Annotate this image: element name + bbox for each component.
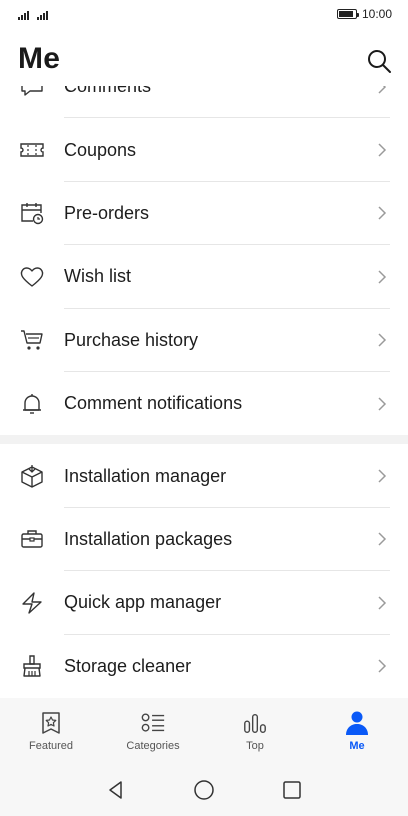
nav-label: Categories [126,740,180,752]
list-item-label: Comments [64,86,152,97]
system-nav-bar [0,764,408,816]
list-item-installation-packages[interactable]: Installation packages [0,508,408,572]
bell-icon [18,390,46,418]
star-bookmark-icon [38,710,64,736]
brush-icon [18,652,46,680]
comment-icon [18,86,46,101]
chevron-right-icon [376,468,388,484]
status-bar: 10:00 [0,0,408,28]
nav-label: Featured [28,740,74,752]
settings-list[interactable]: Comments Coupons Pre-orders Wish list Pu… [0,86,408,698]
search-icon [368,50,391,73]
list-item-pre-orders[interactable]: Pre-orders [0,182,408,246]
person-icon [344,710,370,736]
signal-icon [37,10,48,20]
signal-indicators [18,8,48,20]
chevron-right-icon [376,142,388,158]
cart-icon [18,326,46,354]
list-item-comments[interactable]: Comments [0,86,408,119]
list-item-comment-notifications[interactable]: Comment notifications [0,372,408,435]
chevron-right-icon [376,531,388,547]
section-separator [0,435,408,445]
recents-button[interactable] [248,764,336,816]
recents-square-icon [283,781,301,799]
briefcase-icon [18,525,46,553]
signal-icon [18,10,29,20]
page-title: Me [18,42,61,75]
list-item-label: Storage cleaner [64,655,192,676]
chevron-right-icon [376,86,388,95]
chevron-right-icon [376,595,388,611]
list-item-label: Coupons [64,139,137,160]
categories-icon [140,710,166,736]
list-item-installation-manager[interactable]: Installation manager [0,444,408,508]
list-item-storage-cleaner[interactable]: Storage cleaner [0,635,408,698]
nav-label: Me [349,740,365,752]
list-item-label: Comment notifications [64,393,243,414]
nav-label: Top [246,740,264,752]
chevron-right-icon [376,658,388,674]
list-item-label: Wish list [64,266,131,287]
bottom-nav: Featured Categories Top Me [0,698,408,764]
home-circle-icon [194,780,214,800]
battery-icon [336,9,359,19]
chevron-right-icon [376,396,388,412]
list-item-wish-list[interactable]: Wish list [0,245,408,309]
back-triangle-icon [109,781,122,799]
back-button[interactable] [72,764,160,816]
heart-icon [18,263,46,291]
home-button[interactable] [160,764,248,816]
clock: 10:00 [361,7,392,21]
chevron-right-icon [376,332,388,348]
box-download-icon [18,462,46,490]
header: Me [0,28,408,86]
list-item-label: Pre-orders [64,202,150,223]
lightning-icon [18,589,46,617]
calendar-clock-icon [18,199,46,227]
bar-chart-icon [242,710,268,736]
list-item-purchase-history[interactable]: Purchase history [0,309,408,372]
list-item-label: Installation manager [64,465,227,486]
list-item-coupons[interactable]: Coupons [0,118,408,182]
list-item-quick-app-manager[interactable]: Quick app manager [0,571,408,635]
list-item-label: Quick app manager [64,592,222,613]
list-item-label: Purchase history [64,329,199,350]
nav-top[interactable]: Top [204,698,306,764]
search-button[interactable] [364,46,394,76]
nav-featured[interactable]: Featured [0,698,102,764]
nav-categories[interactable]: Categories [102,698,204,764]
coupon-icon [18,136,46,164]
nav-me[interactable]: Me [306,698,408,764]
chevron-right-icon [376,205,388,221]
list-item-label: Installation packages [64,528,233,549]
chevron-right-icon [376,269,388,285]
